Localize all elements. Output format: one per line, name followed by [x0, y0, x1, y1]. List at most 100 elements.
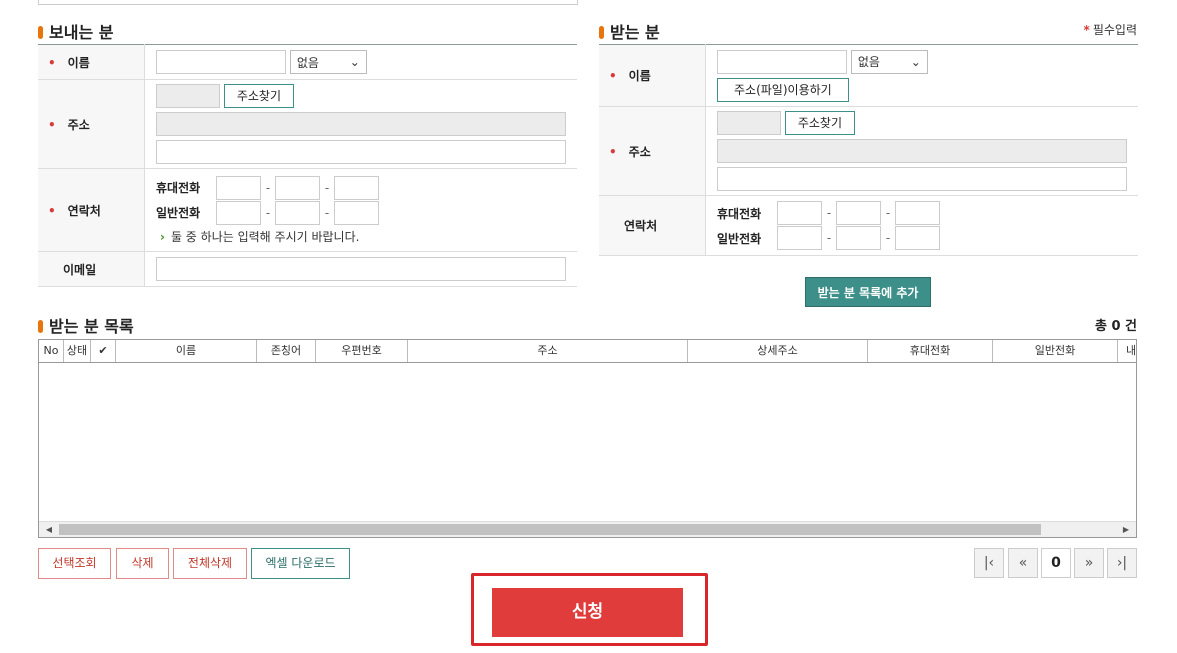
receiver-list-grid: No 상태 ✔ 이름 존칭어 우편번호 주소 상세주소 휴대전화 일반전화 내용…: [38, 339, 1137, 538]
receiver-mobile-row: 휴대전화 - -: [717, 201, 1138, 226]
sender-honorific-select[interactable]: 없음 ⌄: [289, 50, 367, 74]
required-mark: •: [609, 144, 617, 159]
col-phone[interactable]: 일반전화: [993, 340, 1118, 362]
delete-button[interactable]: 삭제: [116, 548, 169, 579]
sender-mobile-1[interactable]: [216, 175, 261, 200]
receiver-name-label-cell: • 이름: [599, 44, 706, 107]
scroll-thumb[interactable]: [59, 524, 1041, 535]
required-note: * 필수입력: [1083, 23, 1137, 37]
col-zipcode[interactable]: 우편번호: [316, 340, 408, 362]
sender-name-label: 이름: [67, 55, 90, 70]
receiver-section-title: 받는 분: [599, 19, 660, 43]
last-page-icon[interactable]: ›|: [1107, 548, 1137, 578]
sender-email-label: 이메일: [63, 262, 97, 277]
sender-honorific-value: 없음: [296, 55, 319, 70]
sender-address-detail-input[interactable]: [156, 140, 566, 164]
receiver-address-detail-input[interactable]: [717, 167, 1127, 191]
sender-contact-label: 연락처: [67, 203, 101, 218]
sender-contact-label-cell: • 연락처: [38, 168, 145, 252]
receiver-honorific-select[interactable]: 없음 ⌄: [850, 49, 928, 74]
required-mark: •: [48, 203, 56, 218]
scroll-left-icon[interactable]: ◀: [41, 522, 57, 537]
sender-zipcode-input[interactable]: [156, 84, 220, 108]
receiver-file-address-button[interactable]: 주소(파일)이용하기: [717, 77, 849, 102]
receiver-mobile-label: 휴대전화: [717, 206, 762, 221]
prev-page-icon[interactable]: «: [1008, 548, 1038, 578]
sender-mobile-3[interactable]: [334, 175, 379, 200]
col-honorific[interactable]: 존칭어: [257, 340, 316, 362]
sender-find-address-button[interactable]: 주소찾기: [223, 84, 294, 108]
col-no[interactable]: No: [39, 340, 64, 362]
receiver-find-address-button[interactable]: 주소찾기: [784, 111, 855, 135]
sender-address-label-cell: • 주소: [38, 79, 145, 169]
sender-phone-2[interactable]: [275, 200, 320, 225]
title-bar-icon: [38, 320, 43, 333]
excel-download-button[interactable]: 엑셀 다운로드: [251, 548, 350, 579]
sender-title-text: 보내는 분: [49, 23, 114, 42]
col-name[interactable]: 이름: [116, 340, 257, 362]
sender-mobile-label: 휴대전화: [156, 181, 201, 195]
receiver-phone-1[interactable]: [777, 226, 822, 250]
sender-address-input[interactable]: [156, 112, 566, 136]
sender-name-label-cell: • 이름: [38, 44, 145, 80]
sender-email-label-cell: 이메일: [38, 251, 145, 287]
col-status[interactable]: 상태: [64, 340, 91, 362]
receiver-mobile-1[interactable]: [777, 201, 822, 225]
receiver-honorific-value: 없음: [857, 55, 880, 69]
sender-mobile-2[interactable]: [275, 175, 320, 200]
current-page[interactable]: 0: [1041, 548, 1071, 578]
receiver-zipcode-input[interactable]: [717, 111, 781, 135]
col-check[interactable]: ✔: [91, 340, 116, 362]
chevron-right-icon: ›: [160, 230, 165, 244]
receiver-contact-label: 연락처: [624, 219, 658, 233]
sender-section-title: 보내는 분: [38, 19, 113, 43]
submit-button[interactable]: 신청: [492, 588, 683, 637]
col-content[interactable]: 내용: [1118, 340, 1136, 362]
add-to-list-button[interactable]: 받는 분 목록에 추가: [805, 277, 931, 307]
list-section-title: 받는 분 목록: [38, 313, 134, 337]
previous-section-box: [38, 0, 578, 5]
title-bar-icon: [599, 26, 604, 39]
col-address-detail[interactable]: 상세주소: [688, 340, 868, 362]
required-mark: •: [48, 55, 56, 70]
receiver-address-input[interactable]: [717, 139, 1127, 163]
title-bar-icon: [38, 26, 43, 39]
receiver-address-label: 주소: [628, 144, 651, 159]
receiver-title-text: 받는 분: [610, 23, 660, 42]
sender-phone-label: 일반전화: [156, 206, 201, 220]
receiver-address-label-cell: • 주소: [599, 106, 706, 196]
receiver-contact-label-cell: 연락처: [599, 195, 706, 256]
receiver-name-input[interactable]: [717, 49, 847, 74]
sender-name-input[interactable]: [156, 50, 286, 74]
required-mark: •: [609, 69, 617, 83]
col-address[interactable]: 주소: [408, 340, 688, 362]
horizontal-scrollbar[interactable]: ◀ ▶: [39, 521, 1136, 537]
first-page-icon[interactable]: |‹: [974, 548, 1004, 578]
receiver-phone-label: 일반전화: [717, 231, 762, 246]
next-page-icon[interactable]: »: [1074, 548, 1104, 578]
scroll-right-icon[interactable]: ▶: [1118, 522, 1134, 537]
receiver-mobile-3[interactable]: [895, 201, 940, 225]
required-mark: •: [48, 117, 56, 132]
select-view-button[interactable]: 선택조회: [38, 548, 111, 579]
receiver-phone-row: 일반전화 - -: [717, 226, 1138, 251]
sender-address-label: 주소: [67, 117, 90, 132]
sender-phone-3[interactable]: [334, 200, 379, 225]
receiver-phone-3[interactable]: [895, 226, 940, 250]
list-total-count: 총 0 건: [1094, 319, 1137, 334]
delete-all-button[interactable]: 전체삭제: [173, 548, 247, 579]
sender-email-input[interactable]: [156, 257, 566, 281]
chevron-down-icon: ⌄: [349, 55, 360, 69]
receiver-form: • 이름 없음 ⌄ 주소(파일)이용하기 • 주소 주소찾기 연락처 휴대전화 - -: [599, 44, 1138, 256]
sender-phone-1[interactable]: [216, 200, 261, 225]
required-note-text: 필수입력: [1092, 23, 1137, 37]
sender-mobile-row: 휴대전화 - -: [156, 175, 577, 200]
list-title-text: 받는 분 목록: [49, 317, 134, 336]
sender-phone-row: 일반전화 - -: [156, 200, 577, 225]
sender-form: • 이름 없음 ⌄ • 주소 주소찾기 • 연락처 휴대전화 - - 일반전화 - -: [38, 44, 577, 287]
grid-header: No 상태 ✔ 이름 존칭어 우편번호 주소 상세주소 휴대전화 일반전화 내용: [39, 340, 1136, 363]
receiver-mobile-2[interactable]: [836, 201, 881, 225]
check-icon: ✔: [98, 344, 108, 357]
col-mobile[interactable]: 휴대전화: [868, 340, 993, 362]
receiver-phone-2[interactable]: [836, 226, 881, 250]
